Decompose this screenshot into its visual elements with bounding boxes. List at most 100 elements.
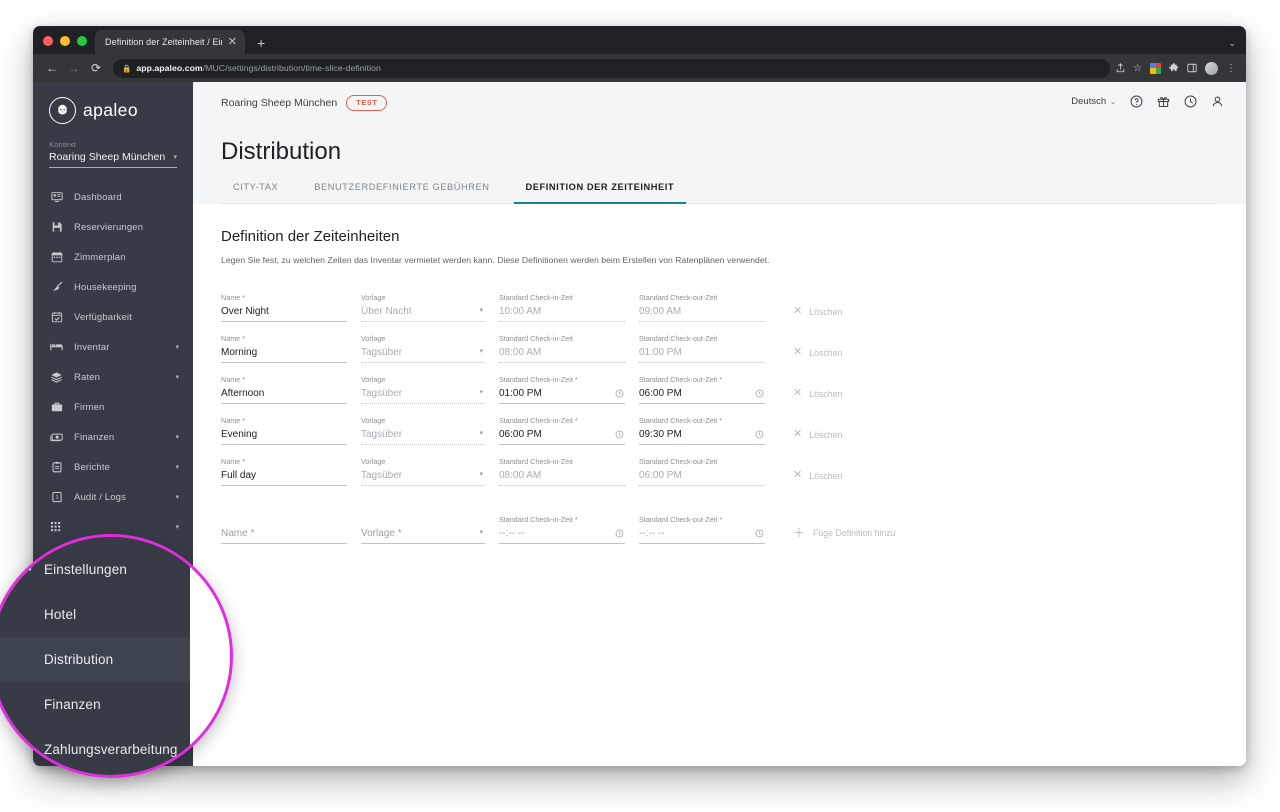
minimize-window-button[interactable] (60, 36, 70, 46)
template-select[interactable]: Vorlage Tagsüber ▾ (361, 375, 485, 404)
help-icon[interactable] (1130, 95, 1143, 108)
clock-icon[interactable] (755, 389, 764, 398)
arrow-right-icon[interactable]: → (63, 57, 85, 79)
puzzle-icon[interactable] (1169, 63, 1179, 73)
tab-custom-fees[interactable]: BENUTZERDEFINIERTE GEBÜHREN (302, 182, 501, 203)
profile-avatar-icon[interactable] (1205, 61, 1218, 75)
gift-icon[interactable] (1157, 95, 1170, 108)
kebab-menu-icon[interactable]: ⋮ (1226, 63, 1236, 74)
arrow-left-icon[interactable]: ← (41, 57, 63, 79)
template-select[interactable]: Vorlage Tagsüber ▾ (361, 416, 485, 445)
settings-item-distribution[interactable]: Distribution (0, 637, 190, 682)
clock-icon[interactable] (615, 430, 624, 439)
sidebar-item-raten[interactable]: Raten ▾ (33, 362, 193, 392)
name-field[interactable]: Name * Afternoon (221, 375, 347, 404)
checkin-time-field[interactable]: Standard Check-in-Zeit * 01:00 PM (499, 375, 625, 404)
clock-icon[interactable] (755, 529, 764, 538)
language-label: Deutsch (1071, 96, 1107, 107)
language-selector[interactable]: Deutsch ⌄ (1071, 96, 1116, 107)
sidebar-item-dashboard[interactable]: Dashboard (33, 182, 193, 212)
checkin-time-field[interactable]: Standard Check-in-Zeit 08:00 AM (499, 457, 625, 486)
chevron-down-icon[interactable]: ▾ (479, 470, 483, 478)
checkout-time-field[interactable]: Standard Check-out-Zeit * 09:30 PM (639, 416, 765, 445)
checkin-time-field[interactable]: Standard Check-in-Zeit 08:00 AM (499, 334, 625, 363)
chevron-down-icon[interactable]: ▾ (479, 429, 483, 437)
sidebar-item-housekeeping[interactable]: Housekeeping (33, 272, 193, 302)
settings-menu-header[interactable]: Einstellungen (0, 547, 190, 592)
chevron-down-icon[interactable]: ▾ (175, 373, 179, 381)
settings-item-finanzen[interactable]: Finanzen (0, 682, 190, 727)
delete-row-button[interactable]: ✕ Löschen (793, 388, 842, 404)
new-name-input[interactable]: Name * (221, 515, 347, 544)
account-icon[interactable] (1211, 95, 1224, 108)
delete-row-button[interactable]: ✕ Löschen (793, 470, 842, 486)
chevron-down-icon[interactable]: ▾ (175, 463, 179, 471)
chevron-down-icon[interactable]: ▾ (479, 347, 483, 355)
add-definition-button[interactable]: ＋ Füge Definition hinzu (793, 527, 896, 544)
checkout-time-field[interactable]: Standard Check-out-Zeit * 06:00 PM (639, 375, 765, 404)
checkout-time-field[interactable]: Standard Check-out-Zeit 06:00 PM (639, 457, 765, 486)
chevron-down-icon[interactable]: ▾ (175, 343, 179, 351)
maximize-window-button[interactable] (77, 36, 87, 46)
chevron-down-icon[interactable]: ▾ (173, 153, 177, 161)
delete-row-button[interactable]: ✕ Löschen (793, 347, 842, 363)
clock-icon[interactable] (755, 430, 764, 439)
clock-icon[interactable] (1184, 95, 1197, 108)
sidebar-item-verfuegbarkeit[interactable]: Verfügbarkeit (33, 302, 193, 332)
name-field[interactable]: Name * Morning (221, 334, 347, 363)
sidepanel-icon[interactable] (1187, 63, 1197, 73)
sidebar-item-berichte[interactable]: Berichte ▾ (33, 452, 193, 482)
tab-time-slice-definition[interactable]: DEFINITION DER ZEITEINHEIT (513, 182, 687, 204)
template-select[interactable]: Vorlage Über Nacht ▾ (361, 293, 485, 322)
name-field[interactable]: Name * Full day (221, 457, 347, 486)
checkout-time-field[interactable]: Standard Check-out-Zeit 09:00 AM (639, 293, 765, 322)
share-icon[interactable] (1116, 63, 1125, 73)
sidebar-item-finanzen[interactable]: Finanzen ▾ (33, 422, 193, 452)
clock-icon[interactable] (615, 529, 624, 538)
checkin-time-field[interactable]: Standard Check-in-Zeit * 06:00 PM (499, 416, 625, 445)
sidebar-item-audit-logs[interactable]: 1 Audit / Logs ▾ (33, 482, 193, 512)
chevron-down-icon[interactable]: ▾ (175, 493, 179, 501)
star-icon[interactable]: ☆ (1133, 63, 1142, 74)
chevron-down-icon[interactable]: ▾ (175, 523, 179, 531)
chevron-down-icon[interactable]: ⌄ (1228, 38, 1236, 49)
sidebar-item-zimmerplan[interactable]: Zimmerplan (33, 242, 193, 272)
plus-icon[interactable]: + (245, 36, 265, 54)
clock-icon[interactable] (615, 389, 624, 398)
settings-item-hotel[interactable]: Hotel (0, 592, 190, 637)
name-field[interactable]: Name * Over Night (221, 293, 347, 322)
sidebar-item-label: Raten (74, 371, 101, 383)
extension-color-icon[interactable] (1150, 62, 1161, 74)
context-selector[interactable]: Kontext Roaring Sheep München ▾ (33, 124, 193, 168)
field-label: Name * (221, 334, 245, 343)
browser-tab[interactable]: Definition der Zeiteinheit / Ein ✕ (95, 30, 245, 54)
brand-logo[interactable]: apaleo (33, 82, 193, 124)
checkout-time-field[interactable]: Standard Check-out-Zeit 01:00 PM (639, 334, 765, 363)
new-checkout-time-field[interactable]: Standard Check-out-Zeit * --:-- -- (639, 515, 765, 544)
sidebar-item-inventar[interactable]: Inventar ▾ (33, 332, 193, 362)
settings-item-zahlungsverarbeitung[interactable]: Zahlungsverarbeitung (0, 727, 190, 772)
template-select[interactable]: Vorlage Tagsüber ▾ (361, 334, 485, 363)
template-select[interactable]: Vorlage Tagsüber ▾ (361, 457, 485, 486)
tab-city-tax[interactable]: CITY-TAX (221, 182, 290, 203)
chevron-down-icon[interactable]: ▾ (479, 388, 483, 396)
name-field[interactable]: Name * Evening (221, 416, 347, 445)
new-checkin-time-field[interactable]: Standard Check-in-Zeit * --:-- -- (499, 515, 625, 544)
chevron-down-icon[interactable]: ▾ (175, 433, 179, 441)
address-bar[interactable]: 🔒 app.apaleo.com/MUC/settings/distributi… (113, 58, 1111, 78)
sidebar-item-firmen[interactable]: Firmen (33, 392, 193, 422)
new-template-select[interactable]: Vorlage * ▾ (361, 515, 485, 544)
chevron-down-icon[interactable]: ▾ (479, 528, 483, 536)
delete-row-button[interactable]: ✕ Löschen (793, 429, 842, 445)
context-value-row[interactable]: Roaring Sheep München ▾ (49, 151, 177, 168)
page-title: Distribution (221, 138, 342, 165)
checkin-time-field[interactable]: Standard Check-in-Zeit 10:00 AM (499, 293, 625, 322)
sidebar-item-label: Housekeeping (74, 281, 137, 293)
sidebar-item-reservierungen[interactable]: Reservierungen (33, 212, 193, 242)
delete-row-button[interactable]: ✕ Löschen (793, 306, 842, 322)
chevron-down-icon[interactable]: ▾ (479, 306, 483, 314)
close-window-button[interactable] (43, 36, 53, 46)
reload-icon[interactable]: ⟳ (85, 57, 107, 79)
lock-icon: 🔒 (122, 63, 132, 73)
close-icon[interactable]: ✕ (226, 36, 239, 48)
